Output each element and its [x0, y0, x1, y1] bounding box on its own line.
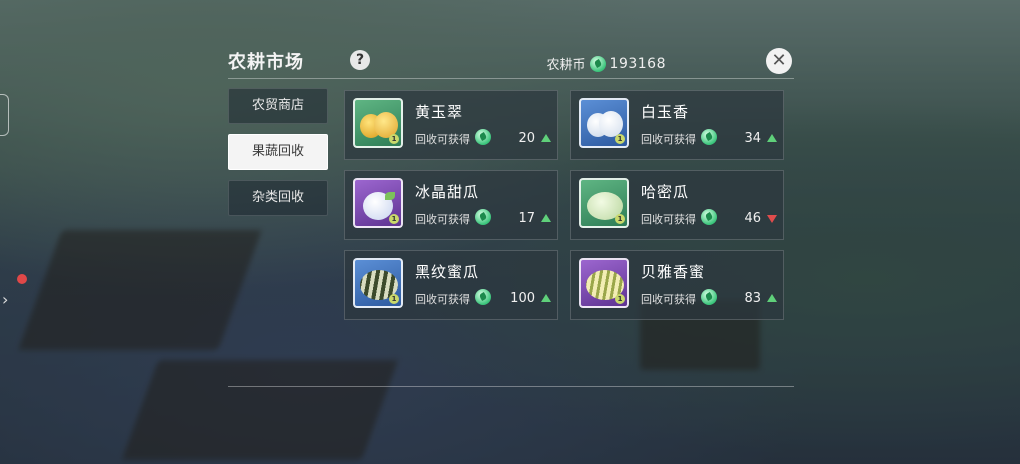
recycle-amount: 20 — [518, 131, 535, 146]
hami-melon-icon: 1 — [579, 178, 629, 228]
leaf-coin-icon — [701, 289, 717, 305]
item-card[interactable]: 1 黑纹蜜瓜 回收可获得 100 — [344, 250, 558, 320]
item-name: 冰晶甜瓜 — [415, 183, 480, 201]
price-up-icon — [767, 134, 777, 142]
farm-market-panel: 农耕市场 ? 农耕币 193168 ✕ 农贸商店 果蔬回收 杂类回收 1 黄玉翠… — [228, 44, 794, 390]
price-up-icon — [541, 214, 551, 222]
leaf-coin-icon — [475, 209, 491, 225]
divider — [228, 78, 794, 79]
item-name: 黑纹蜜瓜 — [415, 263, 480, 281]
recycle-label: 回收可获得 — [415, 293, 470, 306]
item-card[interactable]: 1 黄玉翠 回收可获得 20 — [344, 90, 558, 160]
ice-melon-icon: 1 — [353, 178, 403, 228]
item-name: 白玉香 — [641, 103, 690, 121]
price-up-icon — [767, 294, 777, 302]
item-card[interactable]: 1 冰晶甜瓜 回收可获得 17 — [344, 170, 558, 240]
recycle-amount: 46 — [744, 211, 761, 226]
page-title: 农耕市场 — [228, 52, 304, 73]
recycle-label: 回收可获得 — [641, 293, 696, 306]
recycle-label: 回收可获得 — [415, 133, 470, 146]
leaf-coin-icon — [475, 129, 491, 145]
beya-melon-icon: 1 — [579, 258, 629, 308]
recycle-label: 回收可获得 — [641, 213, 696, 226]
item-name: 哈密瓜 — [641, 183, 690, 201]
item-grid: 1 黄玉翠 回收可获得 20 1 白玉香 回收可获得 34 1 冰晶甜瓜 回收可… — [344, 90, 786, 320]
item-card[interactable]: 1 白玉香 回收可获得 34 — [570, 90, 784, 160]
leaf-coin-icon — [701, 209, 717, 225]
item-name: 黄玉翠 — [415, 103, 464, 121]
currency-value: 193168 — [609, 55, 666, 72]
notification-dot — [17, 274, 27, 284]
leaf-coin-icon — [589, 55, 606, 72]
tab-farm-shop[interactable]: 农贸商店 — [228, 88, 328, 124]
recycle-amount: 83 — [744, 291, 761, 306]
recycle-amount: 100 — [510, 291, 535, 306]
leaf-coin-icon — [475, 289, 491, 305]
price-up-icon — [541, 134, 551, 142]
tab-misc-recycle[interactable]: 杂类回收 — [228, 180, 328, 216]
yellow-melon-icon: 1 — [353, 98, 403, 148]
black-stripe-melon-icon: 1 — [353, 258, 403, 308]
item-name: 贝雅香蜜 — [641, 263, 706, 281]
white-melon-icon: 1 — [579, 98, 629, 148]
currency-label: 农耕币 — [546, 58, 586, 73]
close-button[interactable]: ✕ — [766, 48, 792, 74]
price-down-icon — [767, 215, 777, 223]
help-icon[interactable]: ? — [350, 50, 370, 70]
item-card[interactable]: 1 贝雅香蜜 回收可获得 83 — [570, 250, 784, 320]
price-up-icon — [541, 294, 551, 302]
leaf-coin-icon — [701, 129, 717, 145]
tab-produce-recycle[interactable]: 果蔬回收 — [228, 134, 328, 170]
recycle-amount: 17 — [518, 211, 535, 226]
recycle-amount: 34 — [744, 131, 761, 146]
divider — [228, 386, 794, 387]
recycle-label: 回收可获得 — [415, 213, 470, 226]
side-drawer-handle[interactable] — [0, 94, 9, 136]
category-tabs: 农贸商店 果蔬回收 杂类回收 — [228, 88, 328, 226]
item-card[interactable]: 1 哈密瓜 回收可获得 46 — [570, 170, 784, 240]
currency-display: 农耕币 193168 — [547, 54, 666, 73]
expand-arrow-icon[interactable]: › — [2, 290, 8, 309]
recycle-label: 回收可获得 — [641, 133, 696, 146]
